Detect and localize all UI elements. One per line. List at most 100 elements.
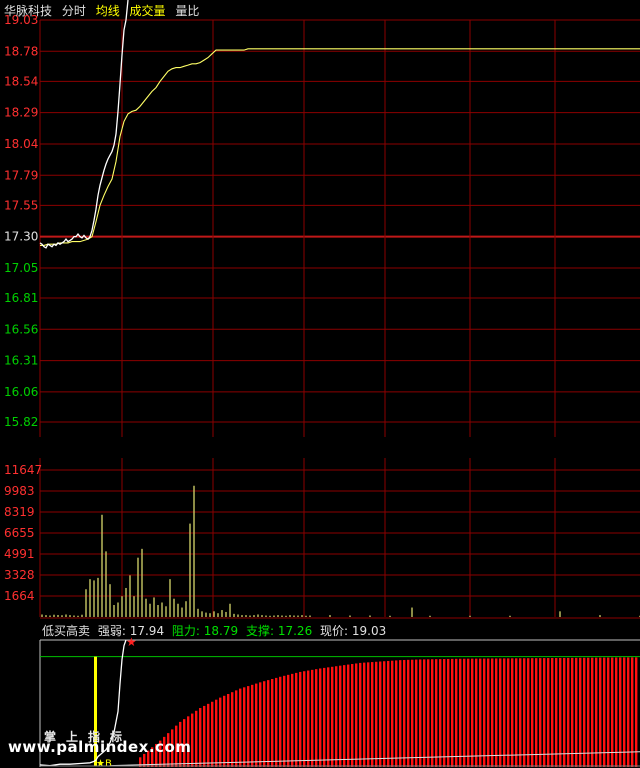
indicator-red-bar — [491, 658, 494, 767]
indicator-red-bar — [591, 657, 594, 767]
tab-volume[interactable]: 成交量 — [130, 4, 166, 18]
indicator-red-bar — [507, 658, 510, 767]
indicator-red-bar — [379, 661, 382, 767]
indicator-red-bar — [351, 664, 354, 767]
tab-volume-ratio[interactable]: 量比 — [175, 4, 199, 18]
indicator-red-bar — [215, 699, 218, 767]
current-price-label: 现价: — [320, 624, 349, 638]
indicator-red-bar — [575, 657, 578, 767]
support-value: 17.26 — [277, 624, 313, 638]
indicator-red-bar — [467, 658, 470, 767]
indicator-red-bar — [511, 658, 514, 767]
indicator-red-bar — [295, 672, 298, 767]
chart-header: 华脉科技 分时 均线 成交量 量比 — [4, 2, 205, 19]
indicator-red-bar — [431, 659, 434, 767]
current-price-value: 19.03 — [351, 624, 387, 638]
indicator-red-bar — [439, 659, 442, 767]
indicator-red-bar — [411, 659, 414, 767]
indicator-red-bar — [387, 660, 390, 767]
volume-tick-label: 11647 — [4, 463, 42, 477]
chart-canvas: 19.03 18.78 18.54 18.29 18.04 17.79 17.55 17.30… — [4, 0, 640, 768]
indicator-red-bar — [419, 659, 422, 767]
indicator-name[interactable]: 低买高卖 — [42, 624, 90, 638]
indicator-red-bar — [427, 659, 430, 767]
indicator-red-bar — [543, 658, 546, 767]
indicator-red-bar — [447, 658, 450, 767]
indicator-header: 低买高卖 强弱: 17.94 阻力: 18.79 支撑: 17.26 现价: 1… — [42, 622, 390, 639]
indicator-red-bar — [523, 658, 526, 767]
indicator-red-bar — [327, 667, 330, 767]
indicator-red-bar — [567, 657, 570, 767]
indicator-red-bar — [207, 703, 210, 767]
strength-label: 强弱: — [97, 624, 126, 638]
indicator-red-bar — [251, 684, 254, 767]
indicator-red-bar — [267, 680, 270, 767]
indicator-red-bar — [247, 686, 250, 767]
indicator-red-bar — [275, 677, 278, 767]
indicator-red-bar — [611, 657, 614, 767]
indicator-red-bar — [463, 658, 466, 767]
indicator-red-bar — [443, 659, 446, 767]
indicator-red-bar — [367, 662, 370, 767]
price-tick-label: 16.06 — [4, 385, 38, 399]
indicator-red-bar — [615, 657, 618, 767]
indicator-red-bar — [499, 658, 502, 767]
indicator-red-bar — [339, 665, 342, 767]
indicator-red-bar — [239, 688, 242, 767]
indicator-red-bar — [515, 658, 518, 767]
indicator-red-bar — [347, 664, 350, 767]
indicator-red-bar — [399, 660, 402, 767]
indicator-red-bar — [311, 669, 314, 767]
indicator-red-bar — [527, 658, 530, 767]
buy-marker: ★B — [96, 759, 112, 768]
indicator-red-bar — [487, 658, 490, 767]
indicator-red-bar — [315, 669, 318, 767]
price-line — [39, 19, 127, 249]
strength-value: 17.94 — [129, 624, 165, 638]
indicator-red-bar — [475, 658, 478, 767]
indicator-red-bar — [219, 697, 222, 767]
price-tick-label: 17.30 — [4, 230, 38, 244]
indicator-red-bar — [211, 701, 214, 767]
indicator-red-bar — [363, 662, 366, 767]
tab-fenshi[interactable]: 分时 — [62, 4, 86, 18]
indicator-red-bar — [495, 658, 498, 767]
volume-tick-label: 8319 — [4, 505, 35, 519]
indicator-red-bar — [291, 673, 294, 767]
price-tick-label: 15.82 — [4, 415, 38, 429]
indicator-red-bar — [223, 695, 226, 767]
indicator-red-bar — [263, 681, 266, 767]
price-tick-label: 16.56 — [4, 322, 38, 336]
indicator-red-bar — [303, 671, 306, 767]
price-tick-label: 18.04 — [4, 137, 38, 151]
indicator-red-bar — [283, 675, 286, 767]
indicator-red-bar — [235, 690, 238, 767]
indicator-red-bar — [571, 657, 574, 767]
watermark: www.palmindex.com — [8, 738, 192, 756]
indicator-red-bar — [343, 665, 346, 767]
indicator-red-bar — [331, 666, 334, 767]
resistance-value: 18.79 — [203, 624, 239, 638]
indicator-red-bar — [587, 657, 590, 767]
volume-tick-label: 3328 — [4, 568, 35, 582]
volume-tick-label: 6655 — [4, 526, 35, 540]
indicator-red-bar — [395, 660, 398, 767]
indicator-red-bar — [455, 658, 458, 767]
stock-name: 华脉科技 — [4, 4, 53, 18]
indicator-red-bar — [635, 657, 638, 767]
indicator-red-bar — [299, 671, 302, 767]
indicator-red-bar — [471, 658, 474, 767]
tab-average-line[interactable]: 均线 — [96, 4, 120, 18]
indicator-red-bar — [483, 658, 486, 767]
price-tick-label: 18.29 — [4, 106, 38, 120]
price-tick-label: 18.78 — [4, 44, 38, 58]
indicator-red-bar — [355, 663, 358, 767]
indicator-red-bar — [359, 662, 362, 767]
indicator-red-bar — [595, 657, 598, 767]
indicator-red-bar — [539, 658, 542, 767]
price-tick-label: 17.79 — [4, 168, 38, 182]
average-price-line — [40, 48, 640, 246]
indicator-red-bar — [255, 683, 258, 767]
indicator-red-bar — [287, 674, 290, 767]
indicator-red-bar — [563, 657, 566, 767]
